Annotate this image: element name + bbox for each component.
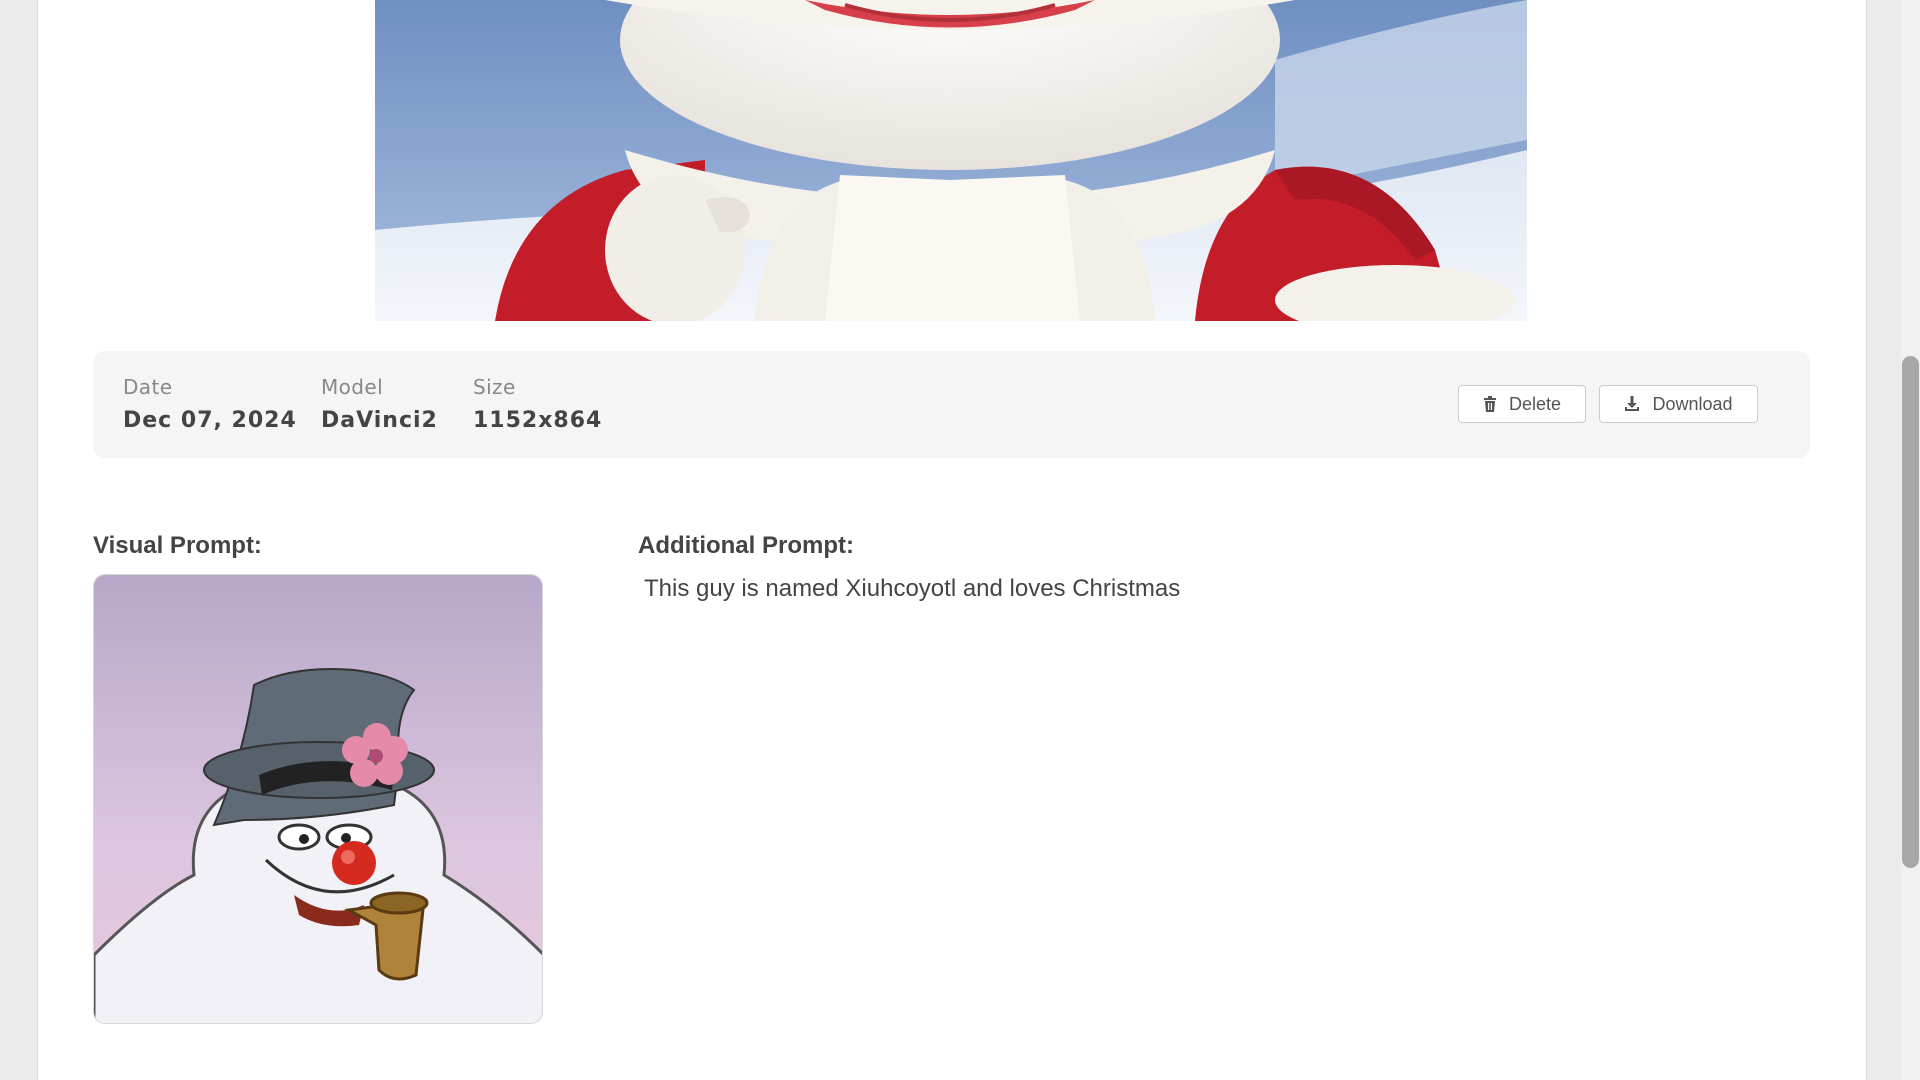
scrollbar-thumb[interactable] [1902, 356, 1919, 868]
additional-prompt-title: Additional Prompt: [638, 532, 854, 559]
generated-image [375, 0, 1527, 321]
size-label: Size [473, 375, 516, 399]
download-button[interactable]: Download [1599, 385, 1758, 423]
delete-button[interactable]: Delete [1458, 385, 1586, 423]
download-icon [1624, 396, 1640, 412]
model-label: Model [321, 375, 384, 399]
additional-prompt-text: This guy is named Xiuhcoyotl and loves C… [644, 575, 1181, 602]
date-label: Date [123, 375, 173, 399]
image-meta-bar: Date Dec 07, 2024 Model DaVinci2 Size 11… [93, 351, 1810, 458]
generated-image-art [375, 0, 1527, 321]
visual-prompt-art [94, 575, 542, 1023]
visual-prompt-title: Visual Prompt: [93, 532, 262, 559]
trash-icon [1483, 396, 1497, 412]
size-value: 1152x864 [473, 408, 603, 433]
meta-date: Date Dec 07, 2024 [123, 375, 297, 433]
model-value: DaVinci2 [321, 408, 438, 433]
meta-size: Size 1152x864 [473, 375, 602, 433]
delete-button-label: Delete [1508, 393, 1562, 414]
visual-prompt-image [93, 574, 543, 1024]
date-value: Dec 07, 2024 [123, 408, 297, 433]
meta-model: Model DaVinci2 [321, 375, 438, 433]
download-button-label: Download [1652, 393, 1733, 414]
